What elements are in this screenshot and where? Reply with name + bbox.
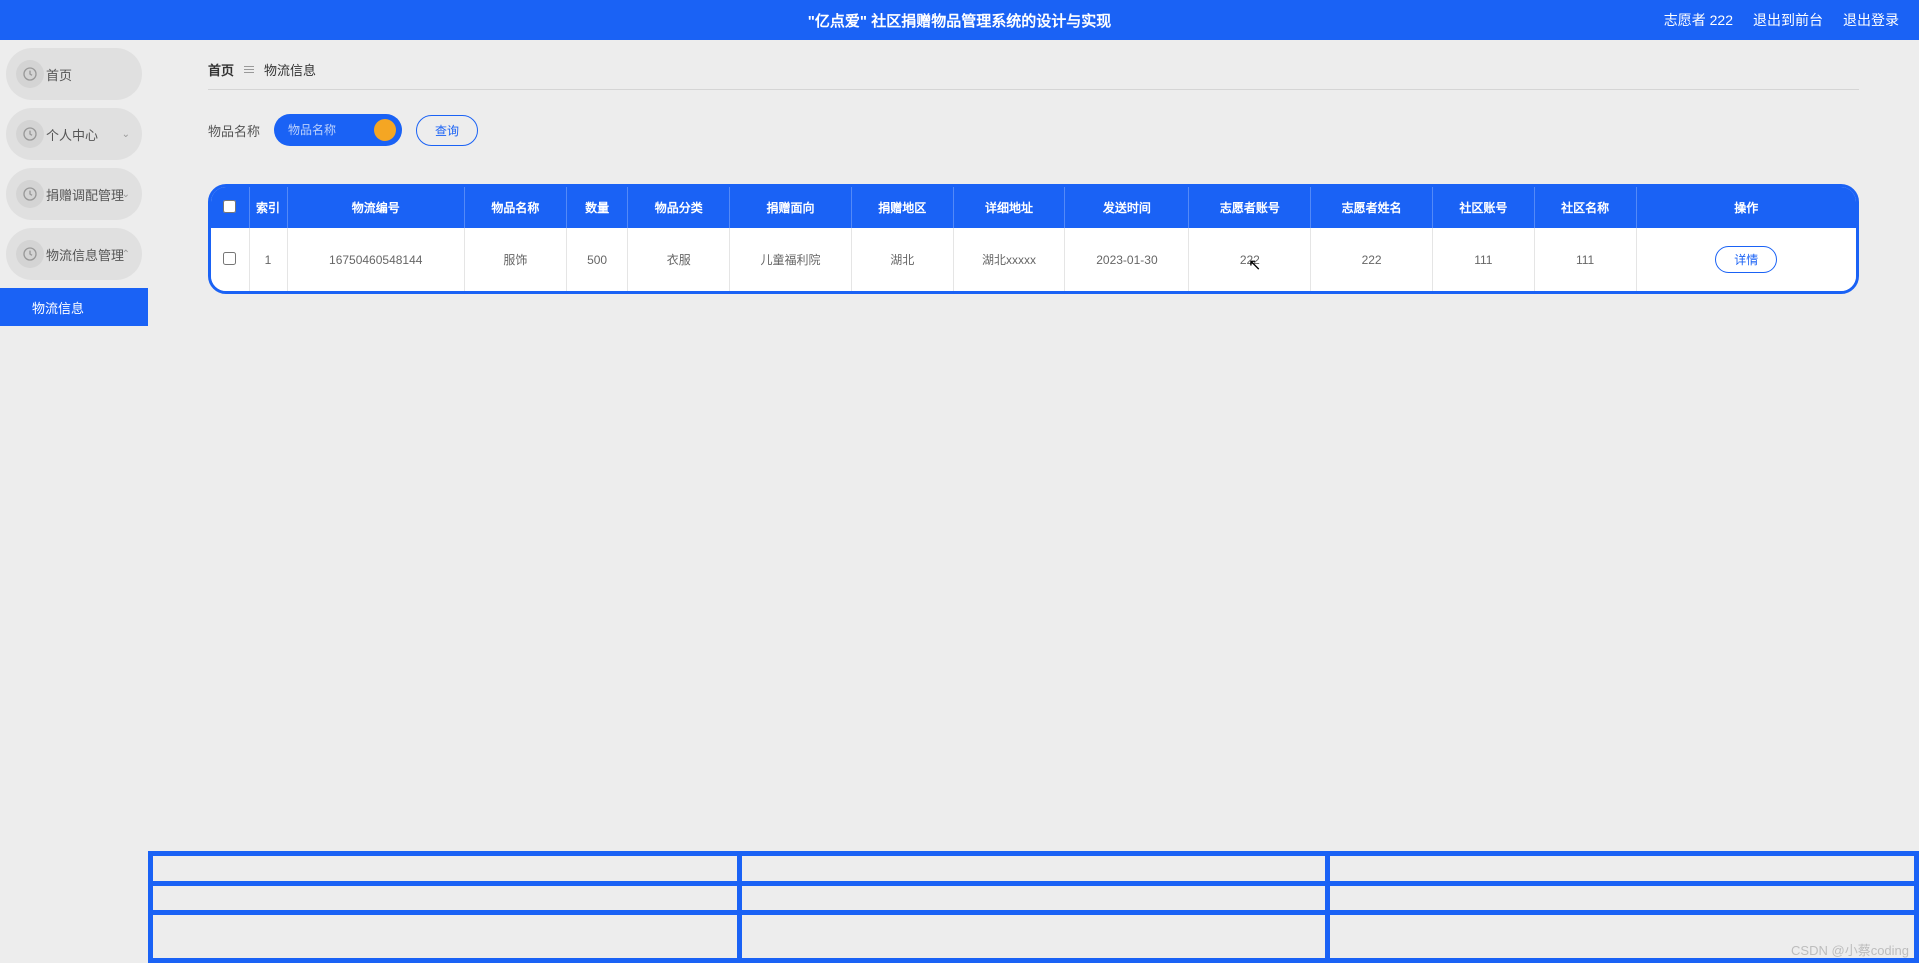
td-community-name: 111 (1534, 228, 1636, 291)
th-checkbox (211, 187, 249, 228)
query-button[interactable]: 查询 (416, 115, 478, 146)
td-logistics-no: 16750460548144 (287, 228, 464, 291)
td-target: 儿童福利院 (730, 228, 852, 291)
td-category: 衣服 (628, 228, 730, 291)
td-volunteer-account: 222 (1189, 228, 1311, 291)
row-checkbox[interactable] (223, 252, 236, 265)
clock-icon (16, 60, 44, 88)
td-checkbox (211, 228, 249, 291)
th-community-name: 社区名称 (1534, 187, 1636, 228)
chevron-up-icon: ⌃ (122, 249, 130, 260)
chevron-down-icon: ⌄ (122, 129, 130, 140)
footer-decoration (148, 851, 1919, 963)
td-quantity: 500 (566, 228, 628, 291)
header-right: 志愿者 222 退出到前台 退出登录 (1664, 10, 1899, 30)
user-role[interactable]: 志愿者 222 (1664, 10, 1733, 30)
th-community-account: 社区账号 (1432, 187, 1534, 228)
main-container: 首页 个人中心 ⌄ 捐赠调配管理 ⌄ 物流信息管理 ⌃ 物流信息 (0, 40, 1919, 963)
chevron-down-icon: ⌄ (122, 189, 130, 200)
select-all-checkbox[interactable] (223, 200, 236, 213)
th-index: 索引 (249, 187, 287, 228)
clock-icon (16, 180, 44, 208)
sidebar-item-home[interactable]: 首页 (6, 48, 142, 100)
td-index: 1 (249, 228, 287, 291)
clock-icon (16, 240, 44, 268)
th-item-name: 物品名称 (464, 187, 566, 228)
th-send-time: 发送时间 (1065, 187, 1189, 228)
sidebar-item-label: 首页 (46, 65, 72, 84)
clock-icon (16, 120, 44, 148)
sidebar-item-logistics[interactable]: 物流信息管理 ⌃ (6, 228, 142, 280)
table-row: 1 16750460548144 服饰 500 衣服 儿童福利院 湖北 湖北xx… (211, 228, 1856, 291)
breadcrumb: 首页 物流信息 (208, 60, 1859, 90)
sidebar-item-label: 物流信息管理 (46, 245, 124, 264)
top-header: "亿点爱" 社区捐赠物品管理系统的设计与实现 志愿者 222 退出到前台 退出登… (0, 0, 1919, 40)
td-item-name: 服饰 (464, 228, 566, 291)
sidebar-subitem-logistics-info[interactable]: 物流信息 (0, 288, 148, 326)
th-volunteer-account: 志愿者账号 (1189, 187, 1311, 228)
sidebar-item-donation[interactable]: 捐赠调配管理 ⌄ (6, 168, 142, 220)
search-pill[interactable] (274, 114, 402, 146)
td-action: 详情 (1636, 228, 1856, 291)
watermark: CSDN @小蔡coding (1791, 940, 1909, 959)
app-title: "亿点爱" 社区捐赠物品管理系统的设计与实现 (808, 10, 1111, 31)
breadcrumb-current: 物流信息 (264, 60, 316, 79)
logout-link[interactable]: 退出登录 (1843, 10, 1899, 30)
sidebar: 首页 个人中心 ⌄ 捐赠调配管理 ⌄ 物流信息管理 ⌃ 物流信息 (0, 40, 148, 963)
table-header-row: 索引 物流编号 物品名称 数量 物品分类 捐赠面向 捐赠地区 详细地址 发送时间… (211, 187, 1856, 228)
search-label: 物品名称 (208, 121, 260, 140)
th-address: 详细地址 (953, 187, 1065, 228)
table-wrapper: 索引 物流编号 物品名称 数量 物品分类 捐赠面向 捐赠地区 详细地址 发送时间… (208, 184, 1859, 294)
th-category: 物品分类 (628, 187, 730, 228)
detail-button[interactable]: 详情 (1715, 246, 1777, 273)
search-toggle-handle[interactable] (374, 119, 396, 141)
td-community-account: 111 (1432, 228, 1534, 291)
th-logistics-no: 物流编号 (287, 187, 464, 228)
td-send-time: 2023-01-30 (1065, 228, 1189, 291)
main-content: 首页 物流信息 物品名称 查询 索引 (148, 40, 1919, 963)
th-quantity: 数量 (566, 187, 628, 228)
sidebar-item-label: 个人中心 (46, 125, 98, 144)
th-region: 捐赠地区 (851, 187, 953, 228)
td-address: 湖北xxxxx (953, 228, 1065, 291)
search-input[interactable] (288, 123, 368, 137)
exit-front-link[interactable]: 退出到前台 (1753, 10, 1823, 30)
td-volunteer-name: 222 (1311, 228, 1433, 291)
menu-icon (244, 66, 254, 73)
th-target: 捐赠面向 (730, 187, 852, 228)
breadcrumb-home[interactable]: 首页 (208, 60, 234, 79)
th-volunteer-name: 志愿者姓名 (1311, 187, 1433, 228)
td-region: 湖北 (851, 228, 953, 291)
search-row: 物品名称 查询 (208, 114, 1859, 146)
sidebar-item-label: 捐赠调配管理 (46, 185, 124, 204)
th-action: 操作 (1636, 187, 1856, 228)
data-table: 索引 物流编号 物品名称 数量 物品分类 捐赠面向 捐赠地区 详细地址 发送时间… (211, 187, 1856, 291)
sidebar-item-label: 物流信息 (32, 298, 84, 317)
sidebar-item-personal[interactable]: 个人中心 ⌄ (6, 108, 142, 160)
